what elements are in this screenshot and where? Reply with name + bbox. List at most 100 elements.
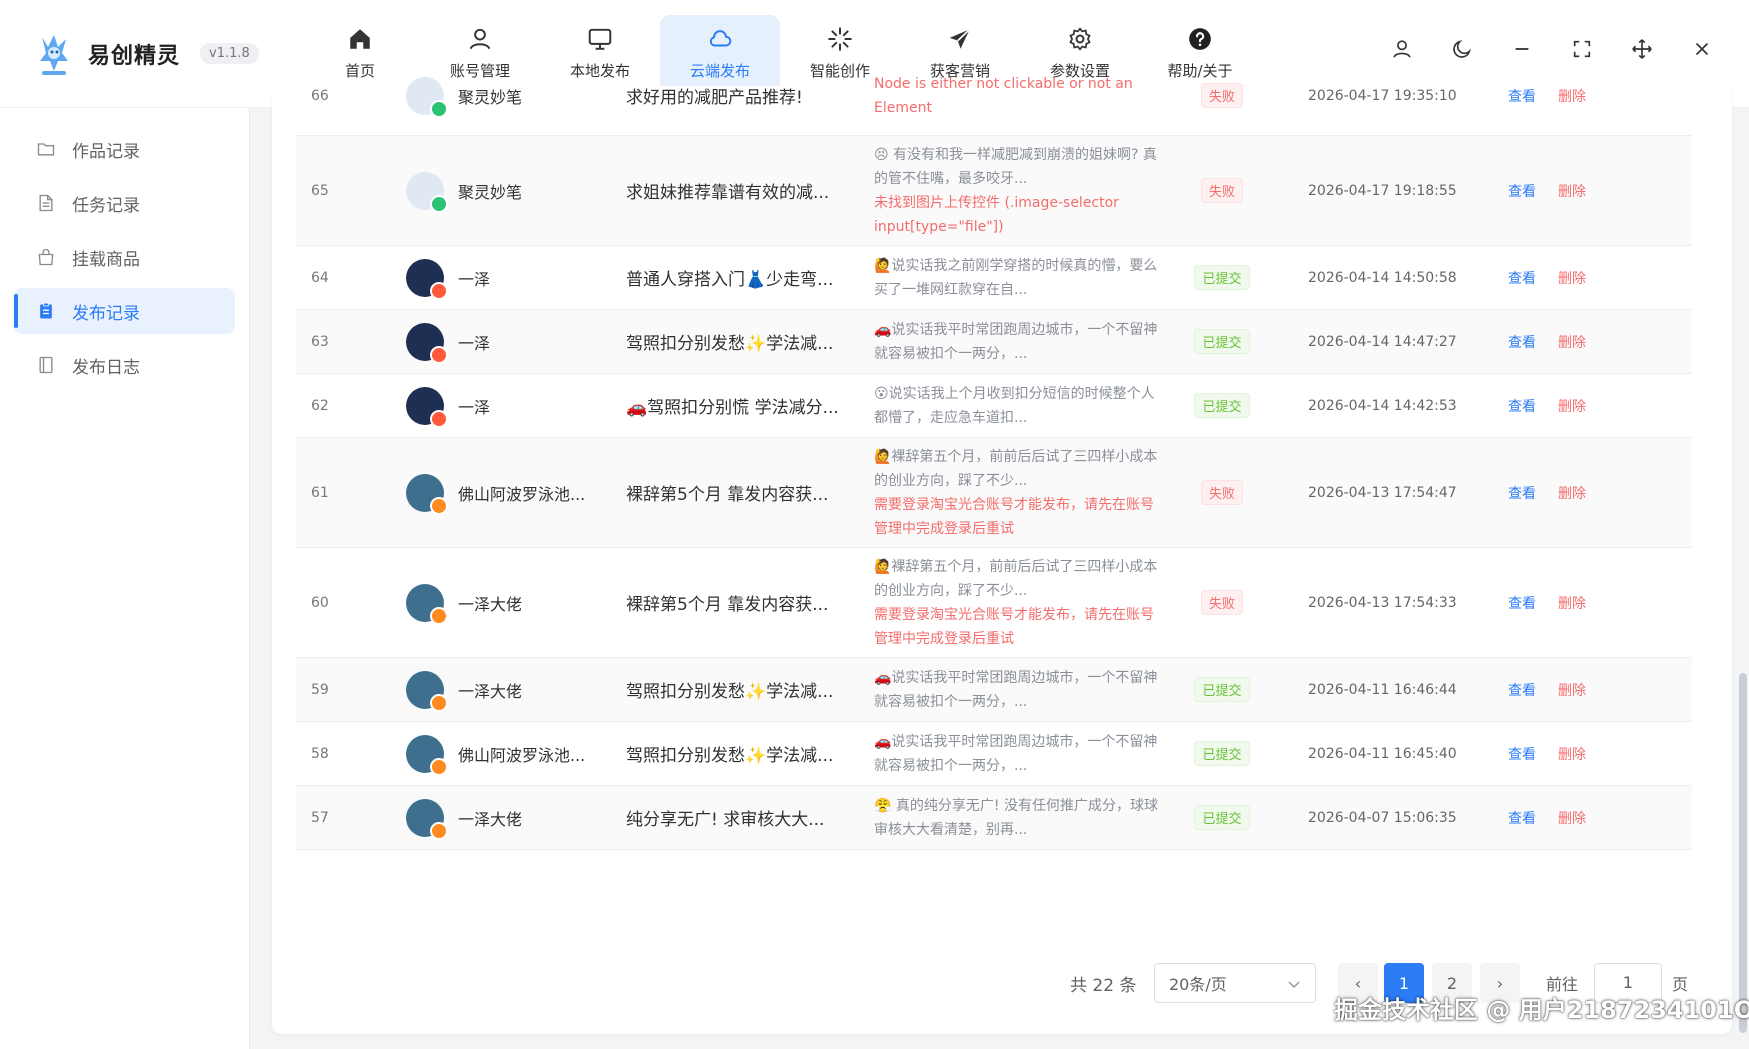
scrollbar[interactable] [1739,108,1747,1049]
status-badge: 已提交 [1194,741,1250,766]
view-button[interactable]: 查看 [1508,744,1536,764]
account-cell: 聚灵妙笔 [406,171,626,213]
row-actions: 查看 删除 [1484,744,1684,764]
record-title: 驾照扣分别发愁✨学法减... [626,334,834,354]
clipboard-icon [40,302,52,319]
platform-badge-icon [430,496,448,515]
view-button[interactable]: 查看 [1508,483,1536,503]
view-button[interactable]: 查看 [1508,808,1536,828]
avatar [406,258,448,300]
view-button[interactable]: 查看 [1508,680,1536,700]
account-name: 一泽大佬 [458,809,523,829]
error-message: Node is either not clickable or not an E… [874,75,1133,116]
status-badge: 已提交 [1194,329,1250,354]
row-actions: 查看 删除 [1484,396,1684,416]
account-cell: 一泽 [406,258,626,300]
page-size-select[interactable]: 20条/页 [1154,963,1316,1003]
platform-badge-icon [430,821,448,840]
status-cell: 已提交 [1166,805,1278,830]
account-cell: 一泽 [406,386,626,428]
sidebar-item-publish-log[interactable]: 发布日志 [14,342,235,388]
page-size-value: 20条/页 [1169,975,1227,994]
account-name: 佛山阿波罗泳池... [458,484,586,504]
status-badge: 已提交 [1194,265,1250,290]
table-row: 59 一泽大佬 驾照扣分别发愁✨学法减... 🚗说实话我平时常团跑周边城市，一个… [296,658,1692,722]
sidebar-item-products[interactable]: 挂载商品 [14,234,235,280]
delete-button[interactable]: 删除 [1558,744,1586,764]
description-text: 😮说实话我上个月收到扣分短信的时候整个人都懵了，走应急车道扣... [874,385,1155,426]
sidebar-item-label: 挂载商品 [72,249,140,270]
table-row: 66 聚灵妙笔 求好用的减肥产品推荐! Node is either not c… [296,56,1692,136]
platform-badge-icon [430,693,448,712]
delete-button[interactable]: 删除 [1558,181,1586,201]
status-cell: 失败 [1166,178,1278,203]
delete-button[interactable]: 删除 [1558,680,1586,700]
record-id: 59 [311,681,329,698]
platform-badge-icon [430,345,448,364]
row-actions: 查看 删除 [1484,332,1684,352]
view-button[interactable]: 查看 [1508,332,1536,352]
table-row: 58 佛山阿波罗泳池... 驾照扣分别发愁✨学法减... 🚗说实话我平时常团跑周… [296,722,1692,786]
status-cell: 已提交 [1166,741,1278,766]
avatar [406,670,448,712]
user-icon [469,28,491,50]
view-button[interactable]: 查看 [1508,268,1536,288]
error-message: 需要登录淘宝光合账号才能发布，请先在账号管理中完成登录后重试 [874,496,1154,537]
platform-badge-icon [430,409,448,428]
status-badge: 失败 [1200,480,1243,505]
status-cell: 已提交 [1166,329,1278,354]
record-title: 裸辞第5个月 靠发内容获... [626,595,829,615]
record-time: 2026-04-17 19:18:55 [1308,182,1457,199]
delete-button[interactable]: 删除 [1558,593,1586,613]
sidebar-item-tasks[interactable]: 任务记录 [14,180,235,226]
account-name: 一泽 [458,397,491,417]
close-button[interactable] [1691,38,1713,60]
send-icon [949,28,971,49]
record-title: 裸辞第5个月 靠发内容获... [626,485,829,505]
view-button[interactable]: 查看 [1508,181,1536,201]
delete-button[interactable]: 删除 [1558,268,1586,288]
delete-button[interactable]: 删除 [1558,332,1586,352]
status-cell: 已提交 [1166,393,1278,418]
status-badge: 失败 [1200,178,1243,203]
account-cell: 一泽大佬 [406,798,626,840]
record-time: 2026-04-07 15:06:35 [1308,809,1457,826]
view-button[interactable]: 查看 [1508,396,1536,416]
description-text: 🙋裸辞第五个月，前前后后试了三四样小成本的创业方向，踩了不少... [874,558,1158,599]
view-button[interactable]: 查看 [1508,86,1536,106]
avatar [406,322,448,364]
scrollbar-thumb[interactable] [1739,673,1747,1033]
account-name: 一泽 [458,333,491,353]
home-icon [350,29,370,49]
sidebar-item-publish-records[interactable]: 发布记录 [14,288,235,334]
sidebar-item-works[interactable]: 作品记录 [14,126,235,172]
record-id: 58 [311,745,329,762]
description-text: 🙋说实话我之前刚学穿搭的时候真的懵，要么买了一堆网红款穿在自... [874,257,1158,298]
records-table: 66 聚灵妙笔 求好用的减肥产品推荐! Node is either not c… [296,56,1692,850]
row-actions: 查看 删除 [1484,483,1684,503]
avatar [406,76,448,118]
record-title: 驾照扣分别发愁✨学法减... [626,746,834,766]
delete-button[interactable]: 删除 [1558,808,1586,828]
view-button[interactable]: 查看 [1508,593,1536,613]
description-cell: 🙋裸辞第五个月，前前后后试了三四样小成本的创业方向，踩了不少... 需要登录淘宝… [874,445,1166,541]
status-badge: 失败 [1200,590,1243,615]
sidebar-item-label: 作品记录 [72,141,140,162]
platform-badge-icon [430,281,448,300]
delete-button[interactable]: 删除 [1558,483,1586,503]
account-cell: 一泽大佬 [406,670,626,712]
record-time: 2026-04-11 16:45:40 [1308,745,1457,762]
platform-badge-icon [430,194,448,213]
description-cell: 😣 有没有和我一样减肥减到崩溃的姐妹啊? 真的管不住嘴，最多咬牙... 未找到图… [874,143,1166,239]
description-text: 🚗说实话我平时常团跑周边城市，一个不留神就容易被扣个一两分，... [874,669,1158,710]
record-id: 65 [311,182,329,199]
monitor-icon [588,28,612,50]
delete-button[interactable]: 删除 [1558,396,1586,416]
delete-button[interactable]: 删除 [1558,86,1586,106]
app-name: 易创精灵 [88,43,181,69]
status-badge: 已提交 [1194,805,1250,830]
description-cell: 🚗说实话我平时常团跑周边城市，一个不留神就容易被扣个一两分，... [874,730,1166,778]
description-text: 🙋裸辞第五个月，前前后后试了三四样小成本的创业方向，踩了不少... [874,448,1158,489]
record-time: 2026-04-11 16:46:44 [1308,681,1457,698]
gear-icon [1069,27,1091,51]
